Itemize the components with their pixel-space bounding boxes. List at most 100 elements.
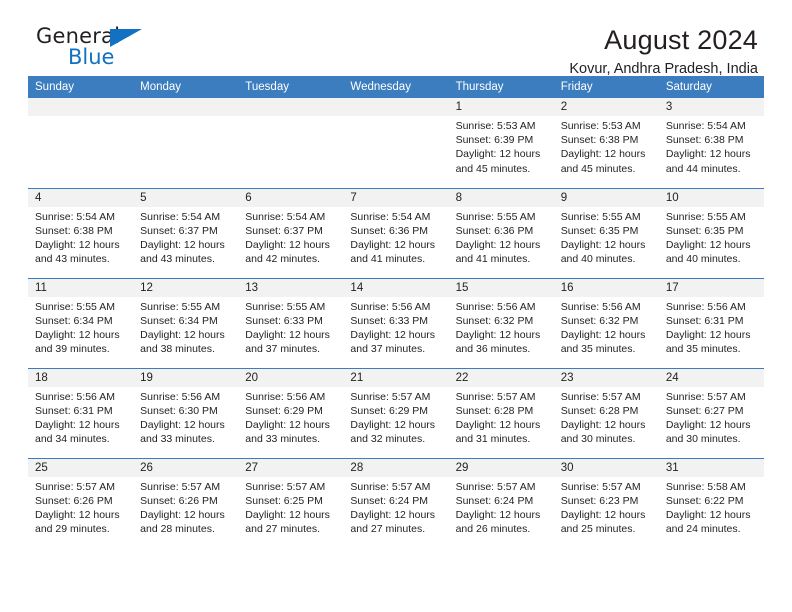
calendar-day-cell[interactable]: 23 Sunrise: 5:57 AM Sunset: 6:28 PM Dayligh…: [553, 367, 659, 458]
sunset-text: Sunset: 6:24 PM: [455, 494, 534, 507]
day-number: 19: [133, 368, 239, 387]
sunrise-sunset-calendar: Sunday Monday Tuesday Wednesday Thursday…: [28, 76, 764, 548]
calendar-day-cell[interactable]: 25 Sunrise: 5:57 AM Sunset: 6:26 PM Dayligh…: [28, 457, 134, 548]
day-sun-info: Sunrise: 5:54 AM Sunset: 6:37 PM Daylight:…: [133, 207, 238, 267]
calendar-day-cell[interactable]: 11 Sunrise: 5:55 AM Sunset: 6:34 PM Dayligh…: [28, 277, 134, 368]
day-number: 2: [553, 98, 659, 116]
day-number: 8: [448, 188, 554, 207]
calendar-week-row: 11 Sunrise: 5:55 AM Sunset: 6:34 PM Dayligh…: [28, 277, 764, 368]
daylight-text-line2: and 45 minutes.: [455, 162, 531, 175]
day-sun-info: Sunrise: 5:55 AM Sunset: 6:33 PM Daylight:…: [238, 297, 343, 357]
day-number: 24: [658, 368, 764, 387]
day-number: 3: [658, 98, 764, 116]
calendar-day-cell[interactable]: 20 Sunrise: 5:56 AM Sunset: 6:29 PM Dayligh…: [238, 367, 344, 458]
calendar-cell-empty: [28, 98, 134, 188]
sunrise-text: Sunrise: 5:57 AM: [350, 390, 431, 403]
sunset-text: Sunset: 6:39 PM: [455, 134, 534, 147]
day-sun-info: Sunrise: 5:57 AM Sunset: 6:28 PM Daylight:…: [449, 387, 554, 447]
daylight-text-line1: Daylight: 12 hours: [140, 508, 225, 521]
sunset-text: Sunset: 6:28 PM: [455, 404, 534, 417]
sunset-text: Sunset: 6:36 PM: [455, 224, 534, 237]
day-number: 22: [448, 368, 554, 387]
daylight-text-line1: Daylight: 12 hours: [455, 508, 541, 521]
weekday-header-saturday: Saturday: [658, 76, 764, 98]
calendar-day-cell[interactable]: 24 Sunrise: 5:57 AM Sunset: 6:27 PM Dayligh…: [658, 367, 764, 458]
calendar-day-cell[interactable]: 2 Sunrise: 5:53 AM Sunset: 6:38 PM Daylight…: [553, 98, 659, 188]
daylight-text-line2: and 34 minutes.: [35, 433, 110, 446]
calendar-day-cell[interactable]: 31 Sunrise: 5:58 AM Sunset: 6:22 PM Dayligh…: [658, 457, 764, 548]
sunrise-text: Sunrise: 5:54 AM: [140, 210, 221, 223]
day-number: 1: [448, 98, 554, 116]
calendar-day-cell[interactable]: 19 Sunrise: 5:56 AM Sunset: 6:30 PM Dayligh…: [133, 367, 239, 458]
calendar-day-cell[interactable]: 3 Sunrise: 5:54 AM Sunset: 6:38 PM Daylight…: [658, 98, 764, 188]
day-number: 25: [28, 458, 134, 477]
calendar-day-cell[interactable]: 22 Sunrise: 5:57 AM Sunset: 6:28 PM Dayligh…: [448, 367, 554, 458]
calendar-day-cell[interactable]: 26 Sunrise: 5:57 AM Sunset: 6:26 PM Dayligh…: [133, 457, 239, 548]
weekday-header-sunday: Sunday: [28, 76, 134, 98]
sunrise-text: Sunrise: 5:56 AM: [245, 390, 326, 403]
calendar-day-cell[interactable]: 6 Sunrise: 5:54 AM Sunset: 6:37 PM Daylight…: [238, 187, 344, 278]
sunset-text: Sunset: 6:25 PM: [245, 494, 323, 507]
daylight-text-line2: and 41 minutes.: [455, 253, 531, 266]
daylight-text-line1: Daylight: 12 hours: [245, 508, 330, 521]
daylight-text-line1: Daylight: 12 hours: [140, 238, 225, 251]
daylight-text-line1: Daylight: 12 hours: [350, 418, 436, 431]
daylight-text-line1: Daylight: 12 hours: [455, 418, 541, 431]
daylight-text-line2: and 29 minutes.: [35, 523, 110, 536]
calendar-day-cell[interactable]: 9 Sunrise: 5:55 AM Sunset: 6:35 PM Daylight…: [553, 187, 659, 278]
calendar-day-cell[interactable]: 8 Sunrise: 5:55 AM Sunset: 6:36 PM Daylight…: [448, 187, 554, 278]
daylight-text-line2: and 27 minutes.: [350, 523, 426, 536]
sunset-text: Sunset: 6:28 PM: [560, 404, 639, 417]
daylight-text-line2: and 40 minutes.: [665, 253, 741, 266]
sunrise-text: Sunrise: 5:53 AM: [455, 120, 536, 132]
sunrise-text: Sunrise: 5:57 AM: [665, 390, 746, 403]
calendar-day-cell[interactable]: 14 Sunrise: 5:56 AM Sunset: 6:33 PM Dayligh…: [343, 277, 449, 368]
sunrise-text: Sunrise: 5:56 AM: [140, 390, 221, 403]
calendar-day-cell[interactable]: 27 Sunrise: 5:57 AM Sunset: 6:25 PM Dayligh…: [238, 457, 344, 548]
calendar-day-cell[interactable]: 5 Sunrise: 5:54 AM Sunset: 6:37 PM Daylight…: [133, 187, 239, 278]
daylight-text-line2: and 41 minutes.: [350, 253, 426, 266]
daylight-text-line2: and 43 minutes.: [35, 253, 110, 266]
calendar-week-row: 25 Sunrise: 5:57 AM Sunset: 6:26 PM Dayligh…: [28, 457, 764, 548]
calendar-day-cell[interactable]: 17 Sunrise: 5:56 AM Sunset: 6:31 PM Dayligh…: [658, 277, 764, 368]
daylight-text-line2: and 32 minutes.: [350, 433, 426, 446]
calendar-day-cell[interactable]: 21 Sunrise: 5:57 AM Sunset: 6:29 PM Dayligh…: [343, 367, 449, 458]
day-sun-info: Sunrise: 5:57 AM Sunset: 6:26 PM Daylight:…: [28, 477, 133, 537]
daylight-text-line1: Daylight: 12 hours: [665, 418, 751, 431]
calendar-day-cell[interactable]: 16 Sunrise: 5:56 AM Sunset: 6:32 PM Dayligh…: [553, 277, 659, 368]
sunrise-text: Sunrise: 5:54 AM: [665, 120, 746, 132]
calendar-day-cell[interactable]: 29 Sunrise: 5:57 AM Sunset: 6:24 PM Dayligh…: [448, 457, 554, 548]
daylight-text-line1: Daylight: 12 hours: [560, 418, 646, 431]
calendar-day-cell[interactable]: 28 Sunrise: 5:57 AM Sunset: 6:24 PM Dayligh…: [343, 457, 449, 548]
calendar-day-cell[interactable]: 7 Sunrise: 5:54 AM Sunset: 6:36 PM Daylight…: [343, 187, 449, 278]
calendar-day-cell[interactable]: 15 Sunrise: 5:56 AM Sunset: 6:32 PM Dayligh…: [448, 277, 554, 368]
day-number: 23: [553, 368, 659, 387]
day-number: [133, 98, 239, 116]
daylight-text-line1: Daylight: 12 hours: [560, 148, 646, 161]
calendar-day-cell[interactable]: 12 Sunrise: 5:55 AM Sunset: 6:34 PM Dayligh…: [133, 277, 239, 368]
calendar-day-cell[interactable]: 10 Sunrise: 5:55 AM Sunset: 6:35 PM Dayligh…: [658, 187, 764, 278]
daylight-text-line1: Daylight: 12 hours: [245, 328, 330, 341]
daylight-text-line1: Daylight: 12 hours: [140, 418, 225, 431]
daylight-text-line2: and 43 minutes.: [140, 253, 215, 266]
day-sun-info: Sunrise: 5:57 AM Sunset: 6:28 PM Daylight:…: [554, 387, 659, 447]
day-number: 15: [448, 278, 554, 297]
calendar-day-cell[interactable]: 18 Sunrise: 5:56 AM Sunset: 6:31 PM Dayligh…: [28, 367, 134, 458]
day-sun-info: Sunrise: 5:56 AM Sunset: 6:31 PM Daylight:…: [659, 297, 764, 357]
day-number: 12: [133, 278, 239, 297]
daylight-text-line2: and 40 minutes.: [560, 253, 636, 266]
sunrise-text: Sunrise: 5:57 AM: [560, 480, 641, 493]
day-number: 29: [448, 458, 554, 477]
calendar-day-cell[interactable]: 4 Sunrise: 5:54 AM Sunset: 6:38 PM Daylight…: [28, 187, 134, 278]
sunset-text: Sunset: 6:23 PM: [560, 494, 639, 507]
calendar-day-cell[interactable]: 1 Sunrise: 5:53 AM Sunset: 6:39 PM Daylight…: [448, 98, 554, 188]
calendar-day-cell[interactable]: 30 Sunrise: 5:57 AM Sunset: 6:23 PM Dayligh…: [553, 457, 659, 548]
calendar-day-cell[interactable]: 13 Sunrise: 5:55 AM Sunset: 6:33 PM Dayligh…: [238, 277, 344, 368]
calendar-header-row: Sunday Monday Tuesday Wednesday Thursday…: [28, 76, 764, 98]
daylight-text-line1: Daylight: 12 hours: [35, 508, 120, 521]
calendar-page: General Blue August 2024 Kovur, Andhra P…: [0, 0, 792, 612]
generalblue-logo[interactable]: General Blue: [36, 26, 156, 74]
day-sun-info: Sunrise: 5:56 AM Sunset: 6:33 PM Daylight:…: [343, 297, 448, 357]
sunrise-text: Sunrise: 5:57 AM: [140, 480, 221, 493]
logo-text-general: General: [36, 24, 121, 48]
